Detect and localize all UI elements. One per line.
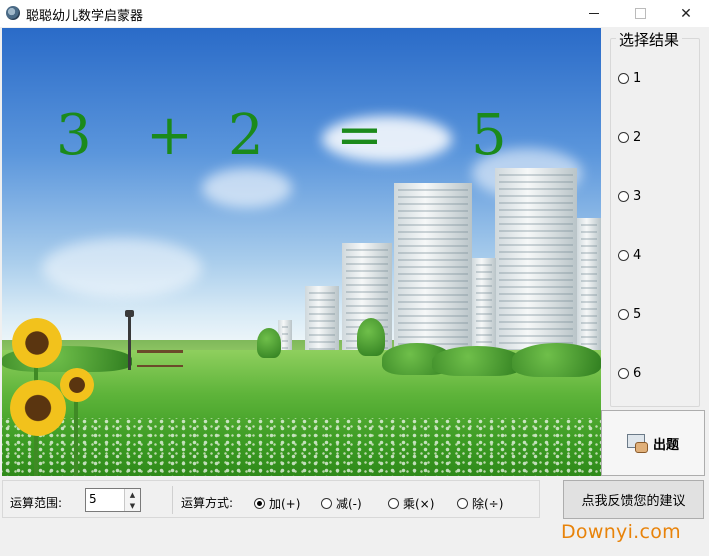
radio-icon[interactable] xyxy=(618,73,629,84)
range-value[interactable]: 5 xyxy=(89,492,97,506)
sunflower xyxy=(60,368,94,402)
close-button[interactable]: ✕ xyxy=(663,0,709,27)
result-option-3[interactable]: 3 xyxy=(618,189,641,204)
op-divide[interactable]: 除(÷) xyxy=(457,495,503,512)
feedback-button[interactable]: 点我反馈您的建议 xyxy=(563,480,704,519)
minimize-button[interactable] xyxy=(571,0,617,27)
radio-icon[interactable] xyxy=(388,498,399,509)
divider xyxy=(172,486,173,514)
tree xyxy=(257,328,281,358)
street-lamp xyxy=(125,310,134,370)
radio-icon[interactable] xyxy=(618,250,629,261)
building xyxy=(394,183,472,368)
bush xyxy=(512,343,601,377)
sunflower xyxy=(10,380,66,436)
quiz-icon xyxy=(626,434,648,453)
result-option-4[interactable]: 4 xyxy=(618,248,641,263)
radio-icon[interactable] xyxy=(321,498,332,509)
op-subtract[interactable]: 减(-) xyxy=(321,495,362,512)
result-option-5[interactable]: 5 xyxy=(618,307,641,322)
cloud xyxy=(202,168,292,208)
result-option-2[interactable]: 2 xyxy=(618,130,641,145)
results-legend: 选择结果 xyxy=(616,29,683,50)
maximize-button[interactable] xyxy=(617,0,663,27)
operation-label: 运算方式: xyxy=(181,496,234,510)
radio-icon[interactable] xyxy=(618,309,629,320)
radio-checked-icon[interactable] xyxy=(254,498,265,509)
range-spinner[interactable]: 5 ▲ ▼ xyxy=(85,488,141,512)
result-option-1[interactable]: 1 xyxy=(618,71,641,86)
tree xyxy=(357,318,385,356)
spin-down-icon[interactable]: ▼ xyxy=(125,500,140,511)
answer: 5 xyxy=(471,103,507,168)
radio-icon[interactable] xyxy=(618,368,629,379)
question-button[interactable]: 出题 xyxy=(601,410,705,476)
sunflower xyxy=(12,318,62,368)
bush xyxy=(432,346,522,376)
building xyxy=(495,168,577,368)
radio-icon[interactable] xyxy=(618,132,629,143)
radio-icon[interactable] xyxy=(457,498,468,509)
park-bench xyxy=(137,350,183,367)
result-option-6[interactable]: 6 xyxy=(618,366,641,381)
operator: + xyxy=(146,103,193,168)
op-add[interactable]: 加(+) xyxy=(254,495,300,512)
title-bar: 聪聪幼儿数学启蒙器 ✕ xyxy=(0,0,709,27)
flower-field xyxy=(2,418,601,476)
watermark: Downyi.com xyxy=(561,521,681,543)
background-scene: 3 + 2 = 5 xyxy=(2,28,601,476)
operand-1: 3 xyxy=(56,103,92,168)
minimize-icon xyxy=(589,13,599,14)
range-label: 运算范围: xyxy=(10,496,63,510)
app-icon xyxy=(6,6,20,20)
cloud xyxy=(42,238,202,298)
operand-2: 2 xyxy=(228,103,264,168)
maximize-icon xyxy=(634,8,646,19)
window-title: 聪聪幼儿数学启蒙器 xyxy=(26,9,144,24)
results-group xyxy=(610,38,700,407)
equals-sign: = xyxy=(336,103,383,168)
radio-icon[interactable] xyxy=(618,191,629,202)
op-multiply[interactable]: 乘(×) xyxy=(388,495,434,512)
